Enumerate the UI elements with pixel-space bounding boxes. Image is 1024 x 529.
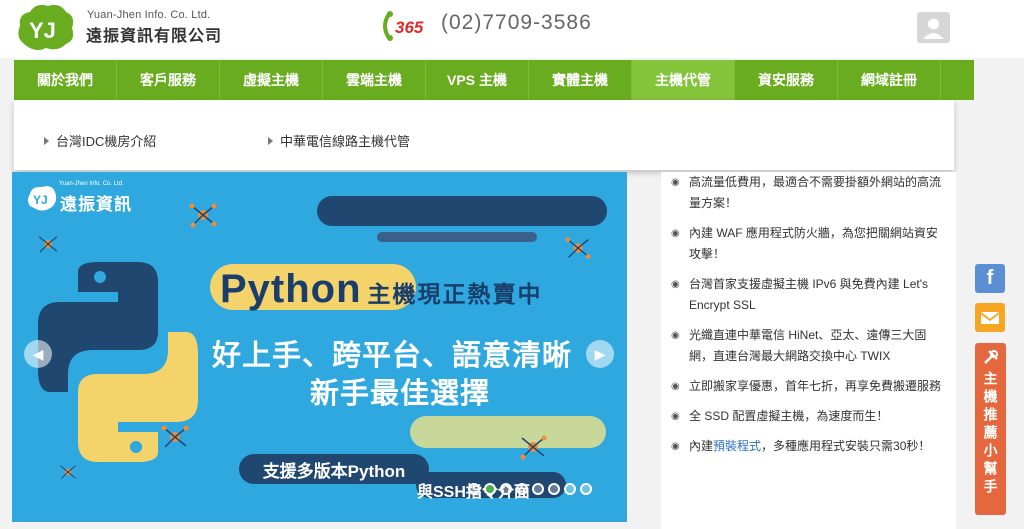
slide-dot[interactable] bbox=[580, 483, 592, 495]
tools-icon bbox=[983, 350, 998, 364]
feature-item: 高流量低費用，最適合不需要掛額外網站的高流量方案！ bbox=[671, 172, 948, 214]
dropdown-item-idc[interactable]: 台灣IDC機房介紹 bbox=[44, 131, 156, 150]
molecule-icon bbox=[60, 465, 76, 480]
feature-list: 高流量低費用，最適合不需要掛額外網站的高流量方案！ 內建 WAF 應用程式防火牆… bbox=[661, 172, 956, 457]
decor-pill bbox=[410, 416, 606, 448]
nav-item-about[interactable]: 關於我們 bbox=[14, 60, 117, 100]
nav-item-security[interactable]: 資安服務 bbox=[735, 60, 838, 100]
dropdown-item-label: 中華電信線路主機代管 bbox=[280, 134, 411, 149]
facebook-icon: f bbox=[986, 267, 994, 289]
user-icon[interactable] bbox=[917, 12, 950, 43]
molecule-icon bbox=[161, 425, 189, 448]
molecule-icon bbox=[520, 435, 547, 460]
chevron-left-icon: ◀ bbox=[32, 345, 44, 362]
nav-item-domain[interactable]: 網域註冊 bbox=[838, 60, 941, 100]
feature-item: 內建 WAF 應用程式防火牆，為您把關網站資安攻擊！ bbox=[671, 223, 948, 265]
slide-dot[interactable] bbox=[516, 483, 528, 495]
dropdown-item-cht-colocation[interactable]: 中華電信線路主機代管 bbox=[268, 131, 410, 150]
chevron-right-icon: ▶ bbox=[594, 345, 606, 362]
hosting-helper-button[interactable]: 主機推薦小幫手 bbox=[975, 343, 1006, 515]
nav-item-colocation[interactable]: 主機代管 bbox=[632, 60, 735, 100]
banner-heading-zh: 主機現正熱賣中 bbox=[367, 281, 543, 307]
company-logo[interactable]: YJ bbox=[14, 2, 76, 54]
preinstalled-apps-link[interactable]: 預裝程式 bbox=[713, 439, 761, 453]
phone-number[interactable]: (02)7709-3586 bbox=[441, 11, 592, 35]
phone-icon: 365 bbox=[383, 11, 424, 41]
molecule-icon bbox=[38, 236, 58, 253]
facebook-button[interactable]: f bbox=[975, 264, 1005, 293]
feature-prefix: 內建 bbox=[689, 439, 714, 453]
nav-item-vps[interactable]: VPS 主機 bbox=[426, 60, 529, 100]
nav-item-customer-service[interactable]: 客戶服務 bbox=[117, 60, 220, 100]
feature-item: 光纖直連中華電信 HiNet、亞太、遠傳三大固網，直連台灣最大網路交換中心 TW… bbox=[671, 325, 948, 367]
molecule-icon bbox=[565, 237, 591, 259]
feature-suffix: ，多種應用程式安裝只需30秒！ bbox=[761, 439, 931, 453]
next-slide-button[interactable]: ▶ bbox=[586, 340, 614, 368]
prev-slide-button[interactable]: ◀ bbox=[24, 340, 52, 368]
nav-item-cloud-hosting[interactable]: 雲端主機 bbox=[323, 60, 426, 100]
mail-icon bbox=[980, 311, 1000, 324]
feature-item: 內建預裝程式，多種應用程式安裝只需30秒！ bbox=[671, 436, 948, 457]
molecule-icon bbox=[189, 203, 217, 228]
slide-dot[interactable] bbox=[532, 483, 544, 495]
nav-item-dedicated[interactable]: 實體主機 bbox=[529, 60, 632, 100]
hosting-helper-label: 主機推薦小幫手 bbox=[982, 371, 999, 497]
banner-heading-python: Python bbox=[220, 267, 362, 311]
site-header: YJ Yuan-Jhen Info. Co. Ltd. 遠振資訊有限公司 365… bbox=[0, 0, 1024, 58]
slide-indicators bbox=[468, 483, 592, 495]
caret-right-icon bbox=[268, 137, 273, 145]
banner-tag-python-versions: 支援多版本Python bbox=[239, 454, 429, 484]
company-name-en: Yuan-Jhen Info. Co. Ltd. bbox=[87, 9, 211, 21]
slide-dot[interactable] bbox=[500, 483, 512, 495]
decor-pill bbox=[377, 232, 537, 242]
banner-logo-icon: YJ bbox=[28, 186, 57, 211]
banner-logo-en: Yuan-Jhen Info. Co. Ltd. bbox=[59, 181, 124, 187]
banner-subtitle-2: 新手最佳選擇 bbox=[310, 378, 491, 410]
banner-logo-zh: 遠振資訊 bbox=[60, 195, 132, 214]
slide-dot[interactable] bbox=[564, 483, 576, 495]
banner-subtitle-1: 好上手、跨平台、語意清晰 bbox=[212, 340, 573, 372]
slide-dot-active[interactable] bbox=[484, 483, 496, 495]
svg-text:YJ: YJ bbox=[33, 193, 48, 207]
feature-panel: 高流量低費用，最適合不需要掛額外網站的高流量方案！ 內建 WAF 應用程式防火牆… bbox=[661, 172, 956, 529]
slide-dot[interactable] bbox=[548, 483, 560, 495]
mail-button[interactable] bbox=[975, 303, 1005, 332]
caret-right-icon bbox=[44, 137, 49, 145]
feature-item: 立即搬家享優惠，首年七折，再享免費搬遷服務 bbox=[671, 376, 948, 397]
banner-heading: Python 主機現正熱賣中 bbox=[220, 267, 543, 312]
svg-text:YJ: YJ bbox=[29, 18, 56, 43]
dropdown-item-label: 台灣IDC機房介紹 bbox=[56, 134, 157, 149]
phone-badge-365: 365 bbox=[395, 18, 424, 37]
feature-item: 全 SSD 配置虛擬主機，為速度而生！ bbox=[671, 406, 948, 427]
nav-item-virtual-hosting[interactable]: 虛擬主機 bbox=[220, 60, 323, 100]
slide-dot[interactable] bbox=[468, 483, 480, 495]
colocation-dropdown: 台灣IDC機房介紹 中華電信線路主機代管 bbox=[14, 100, 954, 170]
main-nav: 關於我們 客戶服務 虛擬主機 雲端主機 VPS 主機 實體主機 主機代管 資安服… bbox=[14, 60, 974, 100]
decor-pill bbox=[317, 196, 607, 226]
company-name-zh: 遠振資訊有限公司 bbox=[86, 28, 223, 45]
feature-item: 台灣首家支援虛擬主機 IPv6 與免費內建 Let's Encrypt SSL bbox=[671, 274, 948, 316]
promo-banner[interactable]: YJ Yuan-Jhen Info. Co. Ltd. 遠振資訊 Python 主… bbox=[12, 172, 627, 522]
